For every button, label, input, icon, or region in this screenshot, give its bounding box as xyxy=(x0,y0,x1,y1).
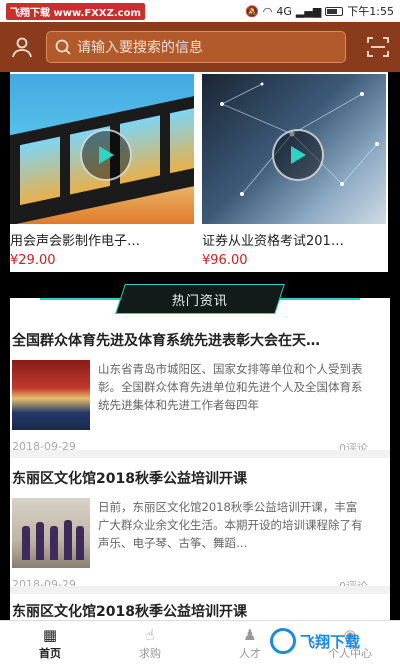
search-bar[interactable]: 请输入要搜索的信息 xyxy=(46,31,346,63)
tab-purchase[interactable]: ☝ 求购 xyxy=(100,621,200,667)
news-heading-label: 热门资讯 xyxy=(171,293,228,309)
divider xyxy=(10,450,390,458)
course-list: 用会声会影制作电子… ¥29.00 证券从业资格考试201… ¥96.00 xyxy=(10,72,388,272)
course-price: ¥29.00 xyxy=(10,253,56,268)
signal-icon: ▂▄▆ xyxy=(295,4,322,18)
news-item[interactable]: 全国群众体育先进及体育系统先进表彰大会在天… 山东省青岛市城阳区、国家女排等单位… xyxy=(12,330,368,456)
news-summary: 日前，东丽区文化馆2018秋季公益培训开课，丰富广大群众业余文化生活。本期开设的… xyxy=(98,500,363,550)
news-title: 东丽区文化馆2018秋季公益培训开课 xyxy=(12,471,247,487)
hand-icon: ☝ xyxy=(145,626,155,644)
course-title: 证券从业资格考试201… xyxy=(202,234,344,249)
clock: 下午1:55 xyxy=(347,5,394,18)
user-icon[interactable] xyxy=(8,33,36,61)
news-title: 东丽区文化馆2018秋季公益培训开课 xyxy=(12,604,247,620)
news-section-heading: 热门资讯 xyxy=(115,284,285,314)
course-card[interactable]: 用会声会影制作电子… ¥29.00 xyxy=(10,72,196,272)
status-icons: 🔕 ◠ 4G ▂▄▆ 下午1:55 xyxy=(245,3,394,19)
news-title: 全国群众体育先进及体育系统先进表彰大会在天… xyxy=(12,333,320,349)
tab-label: 求购 xyxy=(139,647,161,660)
tab-label: 首页 xyxy=(39,647,61,660)
top-header: 请输入要搜索的信息 xyxy=(0,22,400,72)
search-placeholder: 请输入要搜索的信息 xyxy=(77,40,203,56)
status-bar: 飞翔下载 www.FXXZ.com 🔕 ◠ 4G ▂▄▆ 下午1:55 xyxy=(0,0,400,22)
banner-divider xyxy=(40,298,122,300)
battery-icon xyxy=(325,6,344,16)
site-watermark-logo: 飞翔下载 xyxy=(270,622,390,660)
news-item[interactable]: 东丽区文化馆2018秋季公益培训开课 日前，东丽区文化馆2018秋季公益培训开课… xyxy=(12,468,368,594)
logo-icon xyxy=(270,628,296,654)
person-icon: ♟ xyxy=(243,626,257,644)
news-item[interactable]: 东丽区文化馆2018秋季公益培训开课 xyxy=(12,601,368,621)
logo-text: 飞翔下载 xyxy=(300,632,361,651)
network-label: 4G xyxy=(276,4,292,18)
scan-icon[interactable] xyxy=(364,33,392,61)
search-icon xyxy=(55,39,71,55)
news-thumbnail xyxy=(12,360,90,430)
play-icon[interactable] xyxy=(272,129,324,181)
course-title: 用会声会影制作电子… xyxy=(10,234,141,249)
course-thumbnail xyxy=(10,74,194,224)
news-summary: 山东省青岛市城阳区、国家女排等单位和个人受到表彰。全国群众体育先进单位和先进个人… xyxy=(98,362,363,412)
course-thumbnail xyxy=(202,74,386,224)
news-thumbnail xyxy=(12,498,90,568)
wifi-icon: ◠ xyxy=(262,4,273,18)
course-price: ¥96.00 xyxy=(202,253,248,268)
banner-divider xyxy=(278,298,360,300)
home-icon: ▦ xyxy=(42,626,58,644)
tab-label: 人才 xyxy=(239,647,261,660)
course-card[interactable]: 证券从业资格考试201… ¥96.00 xyxy=(202,72,388,272)
play-icon[interactable] xyxy=(80,129,132,181)
mute-icon: 🔕 xyxy=(245,4,259,18)
divider xyxy=(10,586,390,594)
watermark: 飞翔下载 www.FXXZ.com xyxy=(6,2,145,20)
tab-home[interactable]: ▦ 首页 xyxy=(0,621,100,667)
